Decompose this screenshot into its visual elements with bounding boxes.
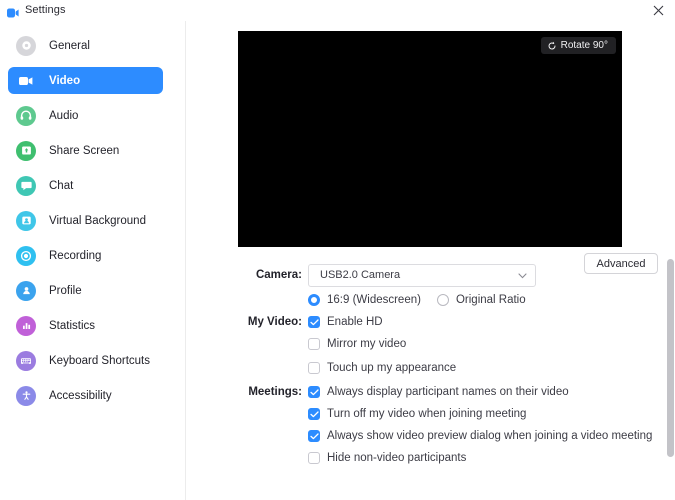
checkbox-touch-up-my-appearance[interactable]: Touch up my appearance [308,362,675,374]
settings-form-scroll-area: Camera: USB2.0 Camera 16:9 (Widescreen) … [186,261,675,482]
sidebar-item-share-screen[interactable]: Share Screen [8,137,163,164]
bar-chart-icon [16,315,36,336]
checkbox-label: Always show video preview dialog when jo… [327,430,653,442]
meetings-row-1: Meetings: Always display participant nam… [186,381,675,403]
virtual-background-icon [16,210,36,231]
checkbox-box [308,362,320,374]
title-bar: Settings [0,0,675,22]
sidebar-item-label: Chat [49,179,74,192]
sidebar-item-label: Video [49,74,81,87]
checkbox-label: Turn off my video when joining meeting [327,408,527,420]
rotate-90-button[interactable]: Rotate 90° [540,37,616,54]
sidebar-item-label: Audio [49,109,79,122]
sidebar-item-keyboard-shortcuts[interactable]: Keyboard Shortcuts [8,347,163,374]
chevron-down-icon [518,266,527,284]
checkbox-label: Touch up my appearance [327,362,457,374]
sidebar-item-label: Accessibility [49,389,112,402]
sidebar-item-general[interactable]: General [8,32,163,59]
record-circle-icon [16,245,36,266]
sidebar-item-video[interactable]: Video [8,67,163,94]
sidebar-item-audio[interactable]: Audio [8,102,163,129]
radio-16-9-label: 16:9 (Widescreen) [327,294,421,306]
my-video-row-2: Mirror my video [186,333,675,355]
sidebar-item-statistics[interactable]: Statistics [8,312,163,339]
checkbox-box [308,386,320,398]
sidebar-item-profile[interactable]: Profile [8,277,163,304]
radio-original-ratio-label: Original Ratio [455,294,526,306]
meetings-row-2: Turn off my video when joining meeting [186,403,675,425]
checkbox-label: Always display participant names on thei… [327,386,569,398]
scrollbar-thumb[interactable] [667,259,674,457]
checkbox-label: Enable HD [327,316,383,328]
checkbox-turn-off-my-video-when-joining[interactable]: Turn off my video when joining meeting [308,408,675,420]
checkbox-label: Hide non-video participants [327,452,467,464]
sidebar-item-recording[interactable]: Recording [8,242,163,269]
camera-select[interactable]: USB2.0 Camera [308,263,536,287]
checkbox-always-show-video-preview-dialog[interactable]: Always show video preview dialog when jo… [308,430,675,442]
my-video-row-1: My Video: Enable HD [186,311,675,333]
checkbox-box [308,430,320,442]
sidebar-item-label: Profile [49,284,82,297]
checkbox-box [308,408,320,420]
my-video-row-3: Touch up my appearance [186,355,675,381]
sidebar-item-virtual-background[interactable]: Virtual Background [8,207,163,234]
sidebar-item-label: Statistics [49,319,96,332]
zoom-camera-icon [7,5,19,18]
radio-16-9[interactable] [308,294,320,306]
rotate-icon [548,41,556,49]
aspect-ratio-row: 16:9 (Widescreen) Original Ratio [186,289,675,311]
close-button[interactable] [641,0,675,21]
close-icon [653,5,663,16]
video-camera-icon [16,71,36,91]
checkbox-mirror-my-video[interactable]: Mirror my video [308,338,675,350]
settings-window: Settings General Video Audio Share Scree… [0,0,675,500]
keyboard-icon [16,350,36,371]
sidebar-item-label: General [49,39,90,52]
radio-original-ratio[interactable] [436,294,449,306]
advanced-button[interactable]: Advanced [584,253,658,274]
settings-scrollbar[interactable] [667,257,674,500]
sidebar-item-label: Share Screen [49,144,120,157]
headphones-icon [16,105,36,126]
sidebar-item-label: Keyboard Shortcuts [49,354,151,367]
checkbox-enable-hd[interactable]: Enable HD [308,316,675,328]
sidebar-item-accessibility[interactable]: Accessibility [8,382,163,409]
video-preview: Rotate 90° [238,31,622,247]
camera-label: Camera: [255,269,302,281]
meetings-row-3: Always show video preview dialog when jo… [186,425,675,447]
settings-content: Rotate 90° Camera: USB2.0 Camera 16:9 (W… [186,21,675,500]
rotate-90-label: Rotate 90° [560,40,608,51]
settings-form: Camera: USB2.0 Camera 16:9 (Widescreen) … [186,261,675,469]
gear-icon [16,35,36,56]
sidebar: General Video Audio Share Screen Chat Vi… [0,21,186,500]
checkbox-box [308,452,320,464]
share-screen-icon [16,140,36,161]
window-title: Settings [25,4,66,16]
checkbox-box [308,316,320,328]
chat-bubble-icon [16,175,36,196]
camera-selected-value: USB2.0 Camera [320,269,401,281]
checkbox-always-display-participant-names[interactable]: Always display participant names on thei… [308,386,675,398]
sidebar-item-chat[interactable]: Chat [8,172,163,199]
checkbox-box [308,338,320,350]
checkbox-hide-non-video-participants[interactable]: Hide non-video participants [308,452,675,464]
sidebar-item-label: Virtual Background [49,214,146,227]
meetings-label: Meetings: [248,386,302,398]
accessibility-icon [16,385,36,406]
checkbox-label: Mirror my video [327,338,407,350]
sidebar-item-label: Recording [49,249,102,262]
meetings-row-4: Hide non-video participants [186,447,675,469]
my-video-label: My Video: [247,316,302,328]
person-icon [16,280,36,301]
